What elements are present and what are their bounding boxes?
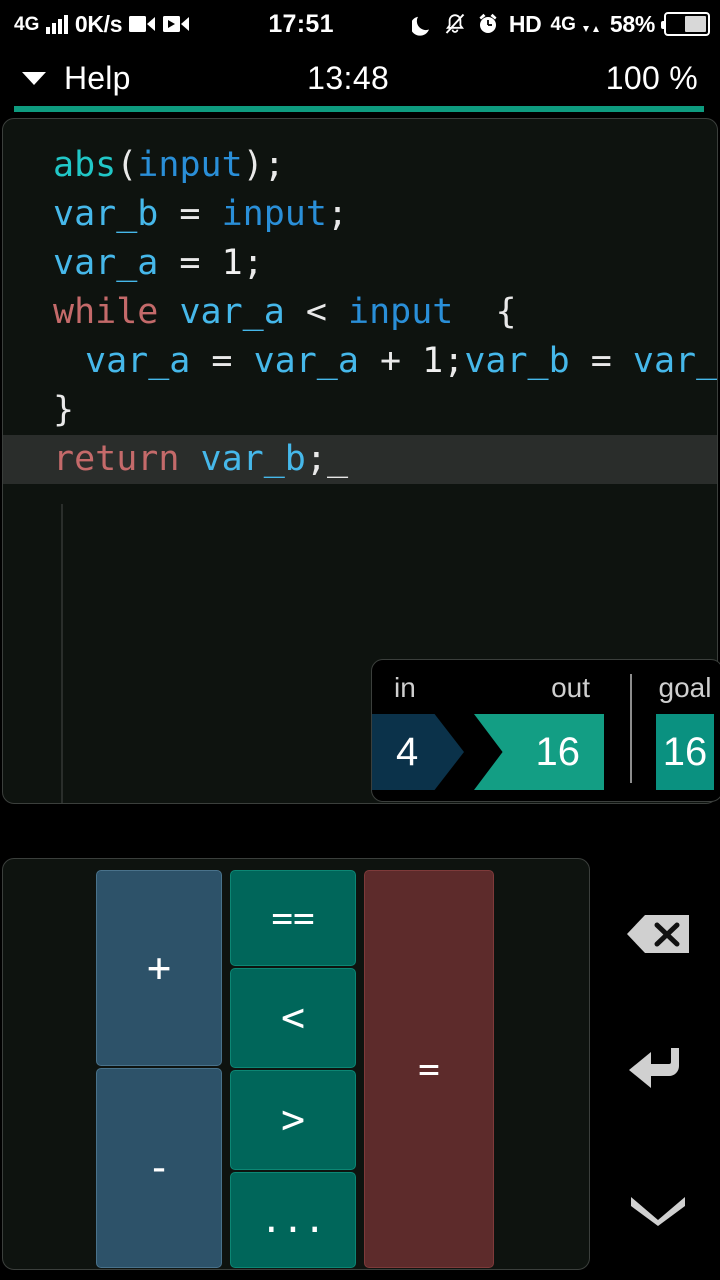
- moon-dnd-icon: [411, 12, 434, 36]
- io-section: in out 4 16: [372, 668, 614, 791]
- code-token-punct[interactable]: }: [53, 390, 74, 430]
- goal-section: goal 16: [648, 668, 720, 791]
- level-timer: 13:48: [307, 59, 390, 96]
- status-bar-center: 17:51: [190, 10, 412, 39]
- data-rate-label: 0K/s: [74, 10, 123, 37]
- io-goal-panel: in out 4 16 goal 16: [371, 659, 720, 802]
- collapse-keyboard-button[interactable]: [596, 1164, 720, 1256]
- enter-button[interactable]: [596, 1024, 720, 1116]
- code-token-kw[interactable]: while: [53, 292, 158, 332]
- code-line[interactable]: abs(input);: [3, 141, 717, 190]
- code-token-cursor[interactable]: _: [327, 439, 348, 479]
- code-token-op[interactable]: =: [190, 341, 253, 381]
- key-plus[interactable]: +: [96, 870, 222, 1066]
- status-bar-clock: 17:51: [268, 9, 334, 38]
- code-token-op[interactable]: +: [359, 341, 422, 381]
- out-label: out: [551, 672, 590, 703]
- status-bar-left: 4G 0K/s: [14, 10, 190, 37]
- key-more-operators[interactable]: ...: [230, 1172, 356, 1268]
- code-token-punct[interactable]: ;: [327, 194, 348, 234]
- code-token-fn[interactable]: abs: [53, 145, 116, 185]
- chevron-down-icon: [627, 1192, 689, 1228]
- key-minus[interactable]: -: [96, 1068, 222, 1268]
- io-labels-row: in out: [372, 668, 614, 708]
- key-equals-equals[interactable]: ==: [230, 870, 356, 966]
- code-token-op[interactable]: [179, 439, 200, 479]
- goal-label-row: goal: [648, 668, 720, 708]
- code-token-kw[interactable]: return: [53, 439, 179, 479]
- code-area[interactable]: abs(input); var_b = input; var_a = 1; while…: [3, 119, 717, 484]
- key-assign[interactable]: =: [364, 870, 494, 1268]
- goal-value-row: 16: [648, 714, 720, 790]
- code-token-var[interactable]: var_b: [633, 341, 717, 381]
- signal-bars-icon: [46, 14, 68, 34]
- code-token-var[interactable]: var_a: [85, 341, 190, 381]
- network-type-right-label: 4G: [550, 13, 576, 35]
- code-token-op[interactable]: =: [158, 243, 221, 283]
- indent-guide: [61, 504, 63, 803]
- status-bar-right: HD 4G 58%: [411, 10, 710, 37]
- enter-return-icon: [627, 1044, 689, 1096]
- action-button-column: [596, 858, 720, 1270]
- code-token-punct[interactable]: {: [453, 292, 517, 332]
- backspace-icon: [625, 913, 691, 955]
- bell-muted-icon: [443, 12, 467, 36]
- code-token-punct[interactable]: ;: [443, 341, 464, 381]
- code-token-var[interactable]: var_a: [53, 243, 158, 283]
- code-token-op[interactable]: <: [285, 292, 348, 332]
- key-greater-than[interactable]: >: [230, 1070, 356, 1170]
- backspace-button[interactable]: [596, 888, 720, 980]
- android-status-bar: 4G 0K/s 17:51 HD 4G 58%: [0, 0, 720, 48]
- camera-icon: [129, 14, 156, 34]
- out-value-chip: 16: [474, 714, 604, 790]
- hd-label: HD: [508, 10, 542, 37]
- code-token-punct[interactable]: (: [116, 145, 137, 185]
- io-goal-divider: [630, 674, 632, 783]
- code-token-num[interactable]: 1: [422, 341, 443, 381]
- completion-percent: 100 %: [605, 59, 698, 96]
- code-token-var[interactable]: var_b: [53, 194, 158, 234]
- code-token-param[interactable]: input: [137, 145, 242, 185]
- code-line[interactable]: return var_b;_: [3, 435, 717, 484]
- battery-percent-label: 58%: [609, 10, 655, 37]
- code-token-punct[interactable]: ;: [243, 243, 264, 283]
- code-token-op[interactable]: [158, 292, 179, 332]
- code-token-punct[interactable]: ): [243, 145, 264, 185]
- goal-label: goal: [658, 672, 712, 703]
- code-token-var[interactable]: var_b: [464, 341, 569, 381]
- network-type-label: 4G: [14, 13, 40, 35]
- chevron-down-icon: [22, 71, 46, 85]
- code-token-var[interactable]: var_a: [254, 341, 359, 381]
- code-token-punct[interactable]: ;: [264, 145, 285, 185]
- code-token-param[interactable]: input: [348, 292, 453, 332]
- video-icon: [163, 14, 190, 34]
- code-token-op[interactable]: =: [158, 194, 221, 234]
- code-token-var[interactable]: var_a: [179, 292, 284, 332]
- in-value-chip: 4: [372, 714, 464, 790]
- code-token-punct[interactable]: ;: [306, 439, 327, 479]
- code-token-num[interactable]: 1: [222, 243, 243, 283]
- key-less-than[interactable]: <: [230, 968, 356, 1068]
- code-token-var[interactable]: var_b: [201, 439, 306, 479]
- code-token-op[interactable]: =: [570, 341, 633, 381]
- data-arrows-icon: [581, 25, 601, 34]
- code-token-param[interactable]: input: [222, 194, 327, 234]
- app-header: Help 13:48 100 %: [0, 48, 720, 108]
- code-line[interactable]: }: [3, 386, 717, 435]
- goal-value-chip: 16: [656, 714, 714, 790]
- code-line[interactable]: var_b = input;: [3, 190, 717, 239]
- battery-icon: [661, 12, 710, 36]
- alarm-clock-icon: [476, 12, 500, 36]
- code-line[interactable]: while var_a < input {: [3, 288, 717, 337]
- io-values-row: 4 16: [372, 714, 614, 790]
- code-line[interactable]: var_a = 1;: [3, 239, 717, 288]
- in-label: in: [394, 672, 416, 703]
- progress-bar-fill: [14, 106, 704, 112]
- code-line[interactable]: var_a = var_a + 1;var_b = var_b: [3, 337, 717, 386]
- progress-bar: [14, 106, 704, 112]
